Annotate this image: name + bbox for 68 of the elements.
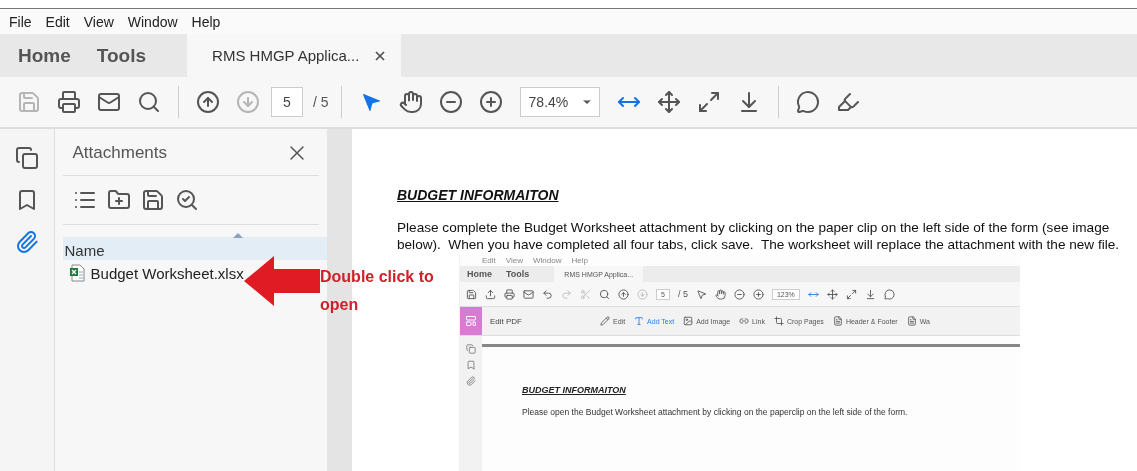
tool-title: Edit PDF bbox=[490, 316, 522, 326]
search-icon bbox=[599, 288, 610, 300]
sort-icon bbox=[232, 233, 243, 238]
add-attachment-icon[interactable] bbox=[106, 188, 131, 212]
crop-icon bbox=[773, 316, 784, 326]
down-arrow-bar-icon bbox=[864, 288, 876, 300]
instruction-paragraph: Please open the Budget Worksheet attachment by clicking on the paperclip on the left side of the form. bbox=[522, 407, 909, 417]
zoom-in-icon bbox=[752, 288, 764, 300]
printer-icon bbox=[57, 90, 81, 114]
hand-icon bbox=[398, 90, 423, 114]
file-name[interactable]: Budget Worksheet.xlsx bbox=[90, 264, 244, 282]
image-icon bbox=[683, 316, 694, 326]
zoom-out-icon bbox=[733, 288, 745, 300]
menu-item[interactable]: View bbox=[83, 13, 114, 30]
bookmark-icon bbox=[466, 360, 476, 370]
paperclip-icon bbox=[14, 230, 39, 254]
highlighter-icon bbox=[835, 90, 860, 114]
page-count: / 5 bbox=[313, 94, 329, 110]
save-icon[interactable] bbox=[140, 188, 165, 212]
upload-icon bbox=[485, 288, 496, 300]
text-icon bbox=[634, 316, 645, 326]
zoom-dropdown[interactable]: 78.4% bbox=[519, 87, 600, 117]
move-arrows-icon bbox=[826, 288, 838, 300]
document-icon bbox=[906, 316, 917, 326]
menu-item[interactable]: File bbox=[9, 13, 32, 30]
undo-icon bbox=[542, 288, 553, 300]
tab-title: Tools bbox=[505, 268, 531, 281]
zoom-in-icon bbox=[478, 90, 503, 114]
tab-title: Home bbox=[466, 268, 493, 281]
hand-icon bbox=[714, 288, 726, 300]
menu-item[interactable]: Help bbox=[191, 13, 221, 30]
search-icon bbox=[137, 90, 161, 114]
pages-icon bbox=[14, 146, 39, 170]
arrow-icon bbox=[244, 256, 320, 306]
speech-bubble-icon bbox=[883, 288, 895, 300]
printer-icon bbox=[504, 288, 515, 300]
envelope-icon bbox=[97, 90, 121, 114]
redo-icon bbox=[561, 288, 572, 300]
section-heading: BUDGET INFORMAITON bbox=[397, 187, 560, 203]
pointer-icon bbox=[695, 288, 707, 300]
annotation-text: Double click to open bbox=[320, 267, 435, 315]
menu-item[interactable]: Window bbox=[127, 13, 178, 30]
panel-title: Attachments bbox=[72, 143, 168, 163]
expand-icon bbox=[845, 288, 857, 300]
page-count: / 5 bbox=[677, 289, 688, 299]
scissors-icon bbox=[580, 288, 591, 300]
instruction-paragraph: Please complete the Budget Worksheet attachment by clicking on the paper clip on the left side of the form (see image below). When you have completed all four tabs, click save. The worksheet will replace the attachment with the new file. bbox=[397, 219, 1121, 253]
paperclip-icon bbox=[466, 376, 476, 386]
speech-bubble-icon bbox=[795, 90, 820, 114]
search-icon[interactable] bbox=[174, 188, 199, 212]
page-number-field[interactable]: 5 bbox=[271, 87, 303, 117]
link-icon bbox=[739, 316, 750, 326]
document-tab[interactable]: RMS HMGP Applica... bbox=[187, 34, 402, 77]
save-icon bbox=[466, 288, 477, 300]
envelope-icon bbox=[523, 288, 534, 300]
document-icon bbox=[832, 316, 843, 326]
move-arrows-icon bbox=[656, 90, 681, 114]
zoom-out-icon bbox=[438, 90, 463, 114]
nav-tab[interactable]: Tools bbox=[83, 34, 160, 77]
expand-icon bbox=[696, 90, 721, 114]
save-icon bbox=[17, 90, 41, 114]
menu-item[interactable]: Edit bbox=[45, 13, 70, 30]
pages-icon bbox=[466, 344, 476, 354]
spreadsheet-icon bbox=[68, 264, 85, 282]
nav-tab[interactable]: Home bbox=[5, 34, 84, 77]
layout-icon bbox=[465, 315, 477, 327]
section-heading: BUDGET INFORMAITON bbox=[522, 385, 627, 395]
pencil-icon bbox=[600, 316, 610, 326]
